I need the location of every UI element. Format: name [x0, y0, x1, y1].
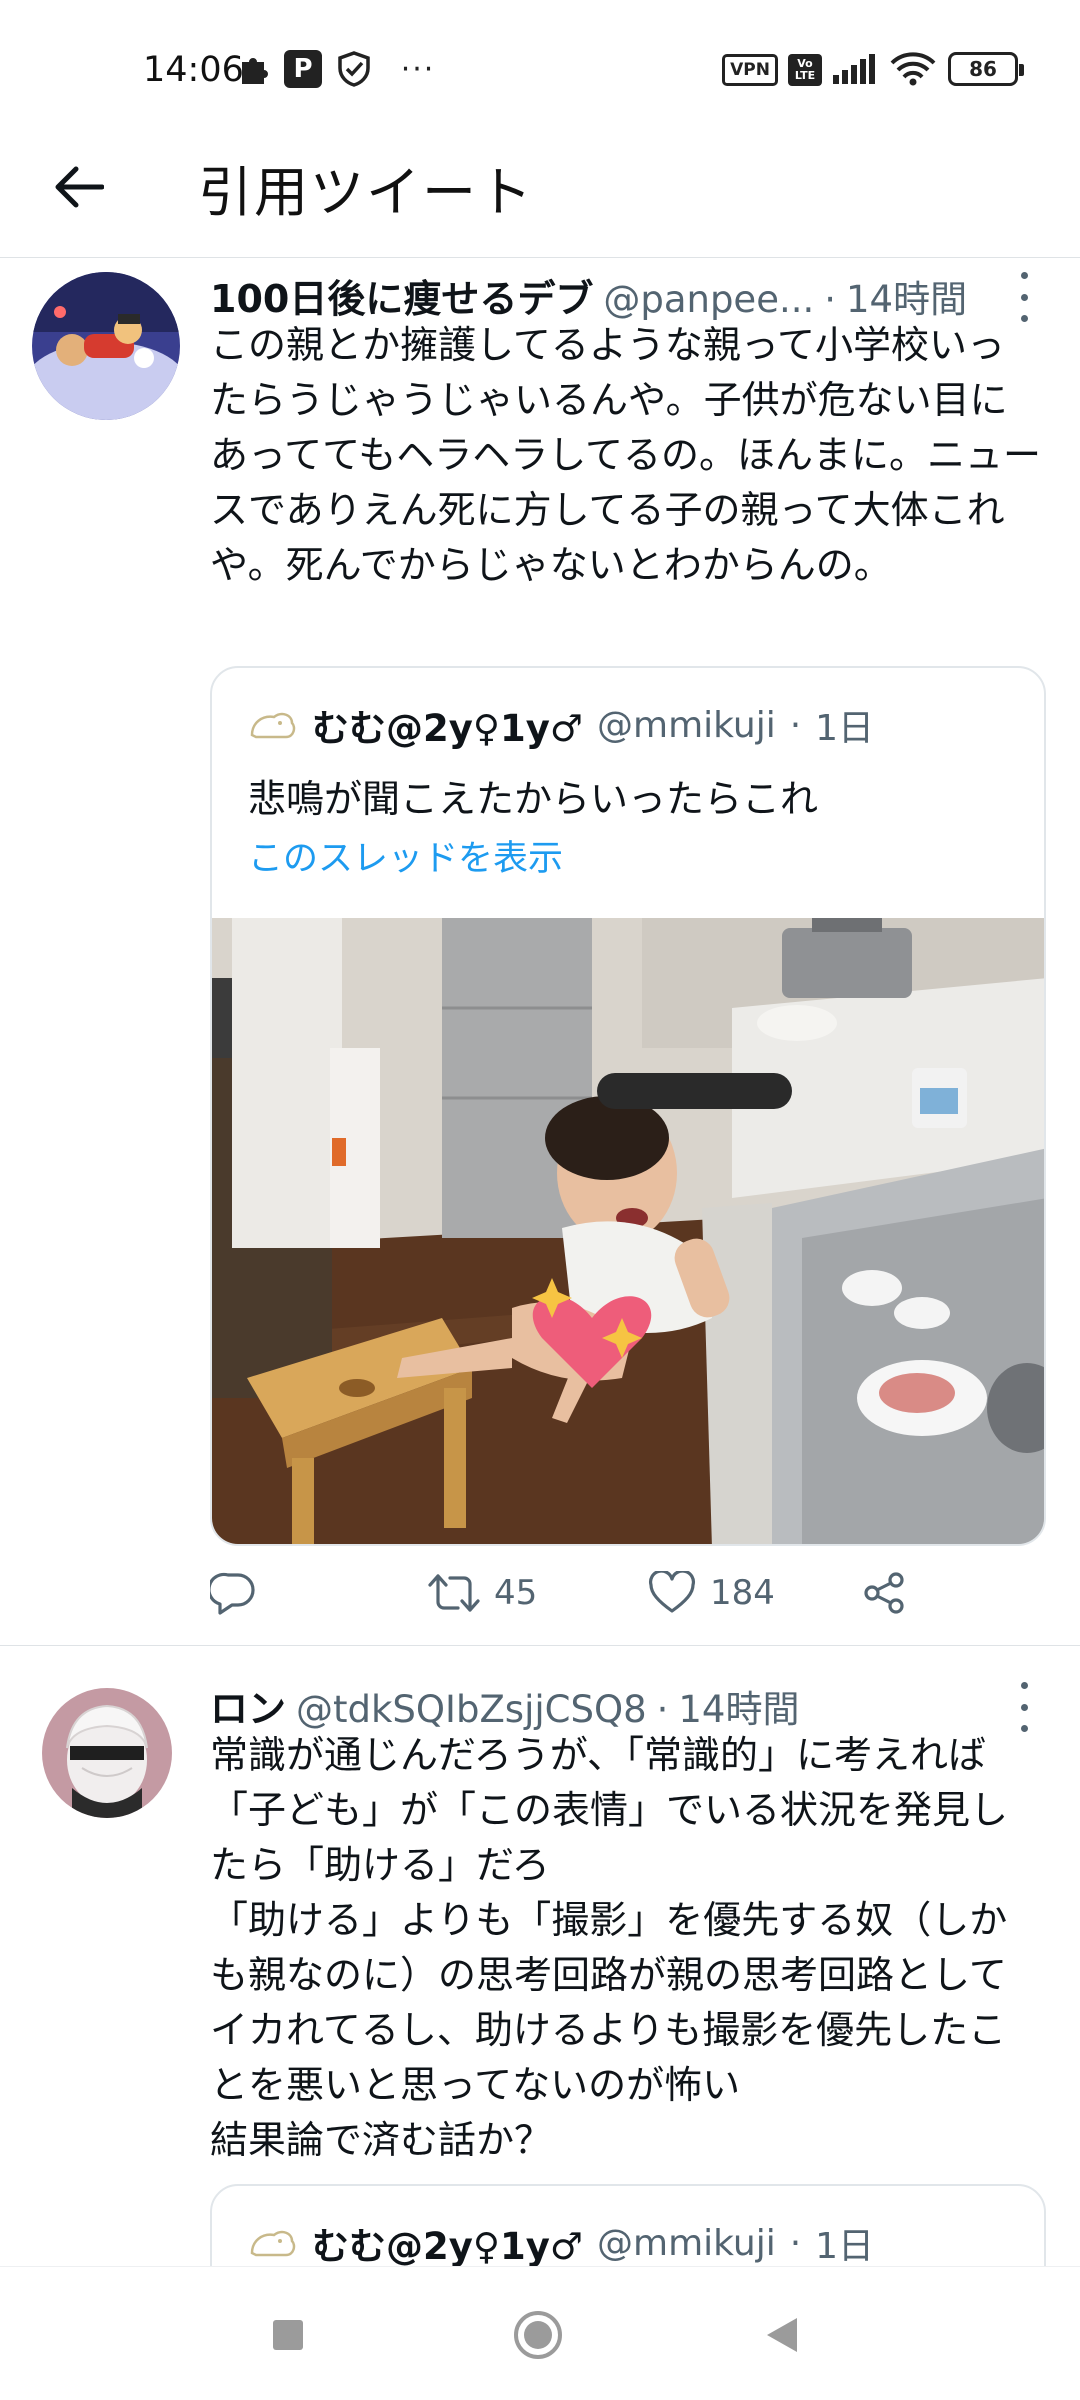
share-icon [864, 1572, 904, 1614]
more-dot-icon [1020, 1703, 1028, 1711]
quoted-time: 1日 [815, 2226, 875, 2266]
recent-apps-button[interactable] [258, 2305, 318, 2365]
paypay-icon: P [284, 50, 322, 88]
status-bar: 14:06 P ··· VPN Vo LTE 86 [0, 0, 1080, 120]
retweet-icon [428, 1574, 480, 1612]
status-time: 14:06 [143, 50, 244, 90]
separator-dot: · [656, 1688, 669, 1731]
tweet-time[interactable]: 14時間 [846, 269, 967, 323]
user-handle[interactable]: @tdkSQIbZsjjCSQ8 [296, 1688, 647, 1731]
shield-check-icon [334, 50, 374, 88]
quoted-handle: @mmikuji [597, 2222, 776, 2264]
page-title: 引用ツイート [198, 161, 534, 224]
separator-dot: · [789, 2222, 802, 2264]
quoted-avatar [250, 2230, 296, 2257]
circle-icon [514, 2311, 562, 2359]
more-dot-icon [1020, 293, 1028, 301]
more-dot-icon [1020, 272, 1028, 279]
quoted-time: 1日 [815, 708, 875, 749]
more-options-button[interactable] [1014, 1682, 1034, 1732]
tweet-text: この親とか擁護してるような親って小学校いったらうじゃうじゃいるんや。子供が危ない… [210, 323, 1042, 587]
tweet-actions: 45 184 [210, 1563, 970, 1623]
quoted-avatar [250, 712, 296, 739]
tweet-text: 常識が通じんだろうが、「常識的」に考えれば「子ども」が「この表情」でいる状況を発… [210, 1733, 1009, 2162]
quoted-display-name: むむ@2y♀1y♂ [312, 707, 583, 750]
back-button[interactable] [46, 155, 110, 219]
separator-dot: · [789, 704, 802, 746]
tweet-time[interactable]: 14時間 [678, 1679, 799, 1733]
quoted-handle: @mmikuji [597, 704, 776, 746]
system-back-button[interactable] [752, 2305, 812, 2365]
separator-dot: · [824, 278, 837, 321]
user-handle[interactable]: @panpee... [603, 278, 814, 321]
reply-icon [210, 1572, 255, 1615]
volte-label-bottom: LTE [794, 69, 816, 82]
share-button[interactable] [862, 1563, 906, 1623]
tweet[interactable]: ロン @tdkSQIbZsjjCSQ8 · 14時間 常識が通じんだろうが、「常… [0, 1646, 1080, 2266]
tweet[interactable]: 100日後に痩せるデブ @panpee... · 14時間 この親とか擁護してる… [0, 258, 1080, 1646]
retweet-count: 45 [494, 1573, 538, 1613]
more-options-button[interactable] [1014, 272, 1034, 322]
avatar[interactable] [42, 1688, 172, 1818]
quoted-tweet-header: むむ@2y♀1y♂ @mmikuji · 1日 [248, 698, 874, 752]
volte-icon: Vo LTE [788, 54, 822, 86]
display-name[interactable]: 100日後に痩せるデブ [210, 268, 593, 323]
quoted-tweet[interactable]: むむ@2y♀1y♂ @mmikuji · 1日 悲鳴が聞こえたからいったらこれ … [210, 666, 1046, 1546]
signal-icon [832, 50, 878, 88]
like-button[interactable]: 184 [648, 1563, 775, 1623]
retweet-button[interactable]: 45 [428, 1563, 537, 1623]
quoted-tweet[interactable]: むむ@2y♀1y♂ @mmikuji · 1日 [210, 2184, 1046, 2266]
tweet-header: 100日後に痩せるデブ @panpee... · 14時間 [210, 268, 1010, 323]
system-nav-bar [0, 2266, 1080, 2400]
like-count: 184 [710, 1573, 775, 1613]
square-icon [273, 2320, 303, 2350]
reply-button[interactable] [210, 1563, 256, 1623]
arrow-left-icon [55, 166, 104, 208]
tweet-header: ロン @tdkSQIbZsjjCSQ8 · 14時間 [210, 1678, 1010, 1733]
vpn-icon: VPN [722, 54, 778, 86]
more-dot-icon [1020, 1682, 1028, 1689]
quoted-tweet-text: 悲鳴が聞こえたからいったらこれ [248, 777, 819, 821]
quoted-tweet-photo[interactable] [212, 918, 1044, 1544]
battery-icon: 86 [948, 52, 1024, 86]
avatar[interactable] [32, 272, 180, 420]
quoted-tweet-header: むむ@2y♀1y♂ @mmikuji · 1日 [248, 2216, 874, 2266]
heart-icon [648, 1571, 696, 1613]
more-notifications-icon: ··· [400, 51, 436, 87]
show-thread-link[interactable]: このスレッドを表示 [248, 830, 563, 881]
home-button[interactable] [508, 2305, 568, 2365]
app-header: 引用ツイート [0, 120, 1080, 258]
wifi-icon [890, 50, 936, 88]
quoted-display-name: むむ@2y♀1y♂ [312, 2225, 583, 2266]
triangle-back-icon [767, 2318, 797, 2352]
display-name[interactable]: ロン [210, 1678, 286, 1733]
puzzle-icon [236, 50, 272, 88]
